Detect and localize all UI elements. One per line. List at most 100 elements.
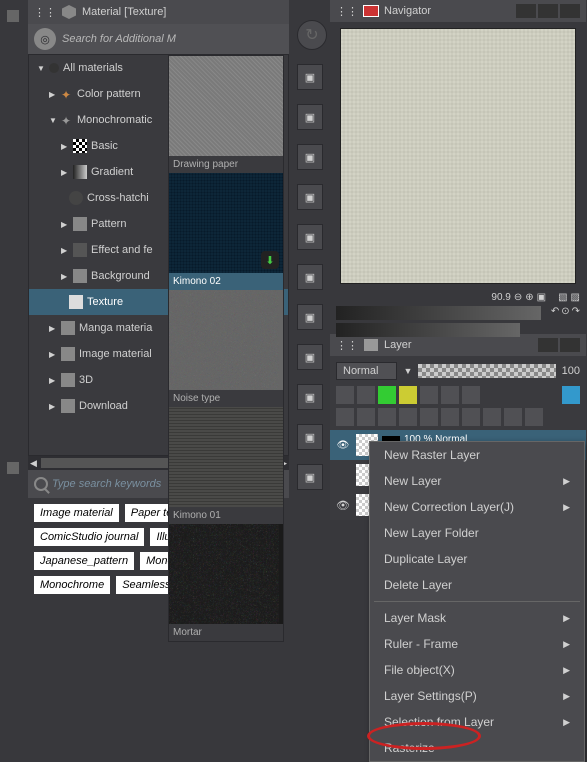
menu-duplicate[interactable]: Duplicate Layer [370, 546, 584, 572]
layer-tool-icon[interactable] [378, 408, 396, 426]
layer-tab[interactable] [560, 338, 580, 352]
thumb-mortar[interactable]: Mortar [169, 524, 283, 641]
rotate-slider[interactable] [336, 323, 520, 337]
eye-icon[interactable]: 👁 [336, 499, 350, 512]
nav-tab[interactable] [538, 4, 558, 18]
grip-icon: ⋮⋮ [336, 5, 358, 18]
mid-icon[interactable]: ▣ [297, 464, 323, 490]
tag-comicstudio[interactable]: ComicStudio journal [34, 528, 144, 546]
thumb-preview [169, 290, 283, 390]
menu-ruler-frame[interactable]: Ruler - Frame▶ [370, 631, 584, 657]
rotate-reset-icon[interactable]: ⊙ [561, 306, 569, 320]
basic-icon [73, 139, 87, 153]
tag-image-material[interactable]: Image material [34, 504, 119, 522]
color-icon: ✦ [61, 88, 73, 100]
layer-tool-icon[interactable] [441, 386, 459, 404]
menu-selection-from-layer[interactable]: Selection from Layer▶ [370, 709, 584, 735]
nav-tab[interactable] [516, 4, 536, 18]
eye-icon[interactable]: 👁 [337, 440, 350, 451]
navigator-canvas[interactable] [340, 28, 576, 284]
toolbar-icon[interactable] [7, 10, 19, 22]
thumb-noise[interactable]: Noise type [169, 290, 283, 407]
submenu-arrow-icon: ▶ [563, 502, 570, 513]
menu-layer-settings[interactable]: Layer Settings(P)▶ [370, 683, 584, 709]
mid-icon[interactable]: ▣ [297, 184, 323, 210]
layer-tool-icon[interactable] [420, 386, 438, 404]
layer-tool-icon[interactable] [399, 386, 417, 404]
menu-new-correction[interactable]: New Correction Layer(J)▶ [370, 494, 584, 520]
blend-mode-select[interactable]: Normal [336, 362, 397, 380]
threed-icon [61, 373, 75, 387]
zoom-value: 90.9 [491, 292, 510, 303]
material-panel-header[interactable]: ⋮⋮ Material [Texture] [28, 0, 289, 24]
layer-tool-icon[interactable] [399, 408, 417, 426]
mid-icon[interactable]: ↻ [297, 20, 327, 50]
thumb-drawing-paper[interactable]: Drawing paper [169, 56, 283, 173]
layer-tool-icon[interactable] [462, 408, 480, 426]
menu-new-folder[interactable]: New Layer Folder [370, 520, 584, 546]
mid-icon[interactable]: ▣ [297, 384, 323, 410]
material-icon [62, 5, 76, 19]
layer-tool-icon[interactable] [378, 386, 396, 404]
rotate-icon[interactable]: ▨ [571, 292, 580, 303]
menu-delete[interactable]: Delete Layer [370, 572, 584, 598]
zoom-in-icon[interactable]: ⊕ [525, 292, 533, 303]
menu-file-object[interactable]: File object(X)▶ [370, 657, 584, 683]
rotate-ccw-icon[interactable]: ↶ [551, 306, 559, 320]
submenu-arrow-icon: ▶ [563, 717, 570, 728]
background-icon [73, 269, 87, 283]
mid-icon[interactable]: ▣ [297, 304, 323, 330]
mid-icon[interactable]: ▣ [297, 104, 323, 130]
layer-tab[interactable] [538, 338, 558, 352]
layer-tool-icon[interactable] [336, 408, 354, 426]
menu-new-layer[interactable]: New Layer▶ [370, 468, 584, 494]
download-folder-icon [61, 399, 75, 413]
layer-panel-header[interactable]: ⋮⋮ Layer [330, 334, 586, 356]
layer-color-icon[interactable] [562, 386, 580, 404]
menu-rasterize[interactable]: Rasterize [370, 735, 584, 761]
layer-tool-icon[interactable] [336, 386, 354, 404]
tag-monochrome[interactable]: Monochrome [34, 576, 110, 594]
layer-tool-icon[interactable] [504, 408, 522, 426]
layer-tool-icon[interactable] [525, 408, 543, 426]
image-icon [61, 347, 75, 361]
pattern-icon [73, 217, 87, 231]
nav-tab[interactable] [560, 4, 580, 18]
flip-icon[interactable]: ▧ [558, 292, 567, 303]
rotate-cw-icon[interactable]: ↷ [572, 306, 580, 320]
search-icon [34, 477, 48, 491]
effect-icon [73, 243, 87, 257]
navigator-footer: 90.9 ⊖ ⊕ ▣ ▧ ▨ ↶ ⊙ ↷ [330, 290, 586, 334]
zoom-out-icon[interactable]: ⊖ [514, 292, 522, 303]
search-input[interactable]: Search for Additional M [62, 33, 176, 45]
navigator-header[interactable]: ⋮⋮ Navigator [330, 0, 586, 22]
mid-icon[interactable]: ▣ [297, 64, 323, 90]
layer-tool-icon[interactable] [462, 386, 480, 404]
layer-tool-icon[interactable] [483, 408, 501, 426]
mid-icon[interactable]: ▣ [297, 224, 323, 250]
layer-tool-icon[interactable] [357, 408, 375, 426]
layer-icon [364, 339, 378, 351]
toolbar-icon[interactable] [7, 462, 19, 474]
thumb-preview [169, 524, 283, 624]
mid-icon[interactable]: ▣ [297, 264, 323, 290]
submenu-arrow-icon: ▶ [563, 613, 570, 624]
layer-tool-icon[interactable] [357, 386, 375, 404]
submenu-arrow-icon: ▶ [563, 476, 570, 487]
menu-layer-mask[interactable]: Layer Mask▶ [370, 605, 584, 631]
mid-icon[interactable]: ▣ [297, 424, 323, 450]
fit-icon[interactable]: ▣ [537, 292, 546, 303]
layer-tool-icon[interactable] [420, 408, 438, 426]
tag-japanese-pattern[interactable]: Japanese_pattern [34, 552, 134, 570]
grip-icon: ⋮⋮ [34, 6, 56, 19]
mid-icon[interactable]: ▣ [297, 144, 323, 170]
thumb-kimono02[interactable]: ⬇ Kimono 02 [169, 173, 283, 290]
mid-icon[interactable]: ▣ [297, 344, 323, 370]
grip-icon: ⋮⋮ [336, 339, 358, 352]
layer-tool-icon[interactable] [441, 408, 459, 426]
thumb-kimono01[interactable]: Kimono 01 [169, 407, 283, 524]
opacity-slider[interactable] [418, 364, 555, 378]
zoom-slider[interactable] [336, 306, 541, 320]
menu-new-raster[interactable]: New Raster Layer [370, 442, 584, 468]
download-icon[interactable]: ⬇ [261, 251, 279, 269]
